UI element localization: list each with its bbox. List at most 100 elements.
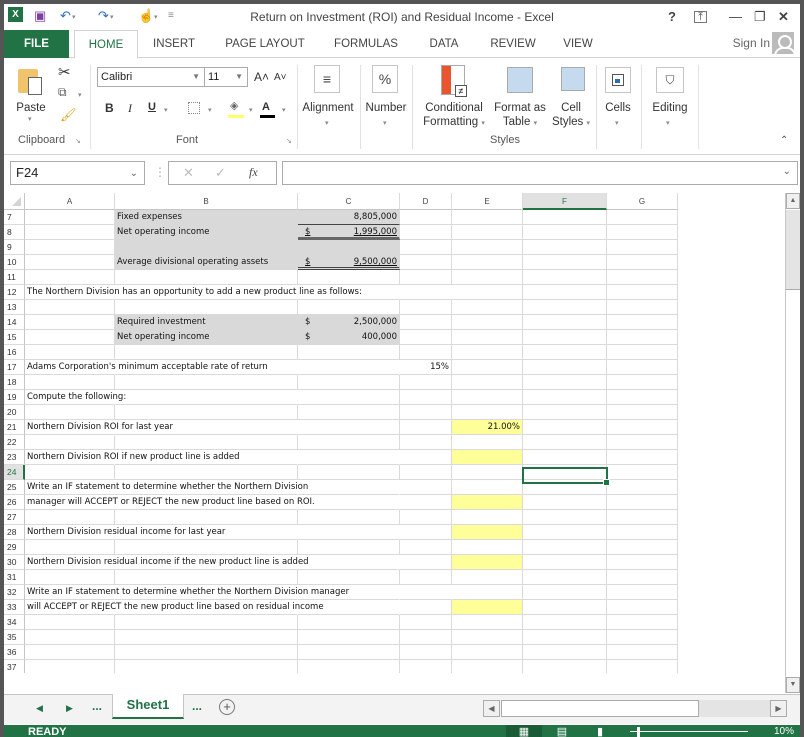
cell-g22[interactable] bbox=[607, 435, 678, 450]
cell-c23[interactable] bbox=[298, 450, 400, 465]
cell-e30[interactable] bbox=[452, 555, 523, 570]
cell-b15[interactable]: Net operating income bbox=[115, 330, 298, 345]
column-header-g[interactable]: G bbox=[607, 193, 678, 210]
row-header[interactable]: 7 bbox=[4, 210, 25, 225]
row-header[interactable]: 36 bbox=[4, 645, 25, 660]
cell-a23[interactable]: Northern Division ROI if new product lin… bbox=[25, 450, 240, 465]
row-header[interactable]: 12 bbox=[4, 285, 25, 300]
cell-d8[interactable] bbox=[400, 225, 452, 240]
cell-c34[interactable] bbox=[298, 615, 400, 630]
cell-e11[interactable] bbox=[452, 270, 523, 285]
cell-b8[interactable]: Net operating income bbox=[115, 225, 298, 240]
font-color-button[interactable]: A bbox=[262, 101, 270, 113]
cell-d18[interactable] bbox=[400, 375, 452, 390]
cell-b24[interactable] bbox=[115, 465, 298, 480]
cell-f36[interactable] bbox=[523, 645, 607, 660]
cell-d20[interactable] bbox=[400, 405, 452, 420]
cell-g15[interactable] bbox=[607, 330, 678, 345]
cell-f37[interactable] bbox=[523, 660, 607, 673]
cell-f14[interactable] bbox=[523, 315, 607, 330]
font-color-dropdown-icon[interactable]: ▾ bbox=[282, 106, 286, 114]
next-sheet-icon[interactable]: ▶ bbox=[66, 703, 73, 714]
cell-e8[interactable] bbox=[452, 225, 523, 240]
cell-b16[interactable] bbox=[115, 345, 298, 360]
cell-f18[interactable] bbox=[523, 375, 607, 390]
cell-g20[interactable] bbox=[607, 405, 678, 420]
row-header[interactable]: 14 bbox=[4, 315, 25, 330]
alignment-icon[interactable]: ≡ bbox=[314, 65, 340, 93]
cell-d9[interactable] bbox=[400, 240, 452, 255]
cell-g33[interactable] bbox=[607, 600, 678, 615]
cell-e14[interactable] bbox=[452, 315, 523, 330]
cell-d25[interactable] bbox=[400, 480, 452, 495]
cell-a29[interactable] bbox=[25, 540, 115, 555]
paste-button[interactable]: Paste ▾ bbox=[14, 65, 48, 123]
number-dropdown-icon[interactable]: ▾ bbox=[383, 119, 387, 127]
cell-b22[interactable] bbox=[115, 435, 298, 450]
cell-f32[interactable] bbox=[523, 585, 607, 600]
user-avatar-icon[interactable] bbox=[772, 32, 794, 54]
page-break-view-icon[interactable]: ▮ bbox=[582, 725, 618, 737]
number-format-icon[interactable]: % bbox=[372, 65, 398, 93]
cell-c35[interactable] bbox=[298, 630, 400, 645]
cell-b11[interactable] bbox=[115, 270, 298, 285]
cell-e28[interactable] bbox=[452, 525, 523, 540]
cell-a32[interactable]: Write an IF statement to determine wheth… bbox=[25, 585, 349, 600]
row-header[interactable]: 32 bbox=[4, 585, 25, 600]
row-header[interactable]: 11 bbox=[4, 270, 25, 285]
zoom-slider-thumb[interactable] bbox=[637, 727, 640, 737]
cell-d31[interactable] bbox=[400, 570, 452, 585]
enter-icon[interactable]: ✓ bbox=[215, 165, 226, 181]
cell-a10[interactable] bbox=[25, 255, 115, 270]
cell-b19[interactable] bbox=[115, 390, 298, 405]
cell-d14[interactable] bbox=[400, 315, 452, 330]
cell-a20[interactable] bbox=[25, 405, 115, 420]
cell-d15[interactable] bbox=[400, 330, 452, 345]
format-painter-icon[interactable]: 🖌 bbox=[60, 107, 77, 123]
row-header[interactable]: 27 bbox=[4, 510, 25, 525]
borders-icon[interactable] bbox=[188, 102, 200, 114]
cell-g11[interactable] bbox=[607, 270, 678, 285]
cell-g28[interactable] bbox=[607, 525, 678, 540]
cell-d27[interactable] bbox=[400, 510, 452, 525]
cell-c31[interactable] bbox=[298, 570, 400, 585]
cell-f20[interactable] bbox=[523, 405, 607, 420]
close-icon[interactable]: ✕ bbox=[778, 9, 789, 25]
cell-d29[interactable] bbox=[400, 540, 452, 555]
sign-in-label[interactable]: Sign In bbox=[733, 36, 770, 50]
cell-a16[interactable] bbox=[25, 345, 115, 360]
expand-formula-bar-icon[interactable]: ⌄ bbox=[783, 166, 791, 177]
collapse-ribbon-icon[interactable]: ⌃ bbox=[780, 135, 788, 146]
alignment-button[interactable]: Alignment bbox=[299, 101, 357, 115]
cell-b36[interactable] bbox=[115, 645, 298, 660]
cell-c20[interactable] bbox=[298, 405, 400, 420]
cell-e27[interactable] bbox=[452, 510, 523, 525]
name-box[interactable]: F24 ⌄ bbox=[10, 161, 145, 185]
row-header[interactable]: 13 bbox=[4, 300, 25, 315]
cell-d35[interactable] bbox=[400, 630, 452, 645]
cell-a26[interactable]: manager will ACCEPT or REJECT the new pr… bbox=[25, 495, 315, 510]
clipboard-launcher-icon[interactable]: ↘ bbox=[75, 137, 81, 145]
cell-a36[interactable] bbox=[25, 645, 115, 660]
row-header[interactable]: 29 bbox=[4, 540, 25, 555]
cell-b35[interactable] bbox=[115, 630, 298, 645]
row-header[interactable]: 28 bbox=[4, 525, 25, 540]
column-header-f[interactable]: F bbox=[523, 193, 607, 210]
cell-a19[interactable]: Compute the following: bbox=[25, 390, 126, 405]
horizontal-scroll-thumb[interactable] bbox=[501, 700, 699, 717]
shrink-font-icon[interactable]: A˅ bbox=[274, 72, 287, 83]
cell-c13[interactable] bbox=[298, 300, 400, 315]
cell-d37[interactable] bbox=[400, 660, 452, 673]
cell-c29[interactable] bbox=[298, 540, 400, 555]
cell-f29[interactable] bbox=[523, 540, 607, 555]
worksheet-grid[interactable]: A B C D E F G 7 Fixed expenses 8,805,000 8 N… bbox=[4, 193, 785, 673]
cell-d24[interactable] bbox=[400, 465, 452, 480]
cell-d11[interactable] bbox=[400, 270, 452, 285]
row-header[interactable]: 34 bbox=[4, 615, 25, 630]
cell-a15[interactable] bbox=[25, 330, 115, 345]
number-button[interactable]: Number bbox=[362, 101, 410, 115]
fill-color-icon[interactable]: ◈ bbox=[230, 99, 238, 112]
cell-a7[interactable] bbox=[25, 210, 115, 225]
row-header[interactable]: 25 bbox=[4, 480, 25, 495]
sheet-tab-sheet1[interactable]: Sheet1 bbox=[112, 694, 184, 719]
